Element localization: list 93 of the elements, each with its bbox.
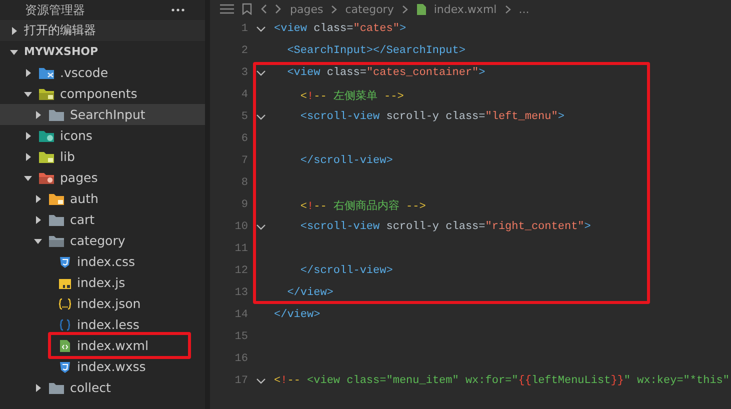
line-number: 14: [234, 309, 248, 321]
chevron-icon: [24, 90, 32, 98]
folder-icon: [38, 150, 55, 164]
code-line: <view class="cates_container">: [286, 67, 486, 79]
chevron-icon: [34, 110, 42, 118]
json-file-icon: [58, 296, 72, 310]
line-number: 6: [240, 133, 248, 145]
line-number: 3: [240, 67, 248, 79]
tree-item[interactable]: index.js: [0, 272, 205, 293]
line-number: 4: [240, 89, 248, 101]
tree-item[interactable]: SearchInput: [0, 104, 205, 125]
tree-item[interactable]: index.wxml: [0, 335, 205, 356]
open-folder-icon: [38, 86, 55, 100]
fold-chevron-icon[interactable]: [256, 224, 266, 230]
fold-chevron-icon[interactable]: [256, 70, 266, 76]
line-number: 17: [234, 375, 248, 387]
line-number: 15: [234, 331, 248, 343]
back-icon[interactable]: [260, 4, 267, 14]
wxml-file-icon: [416, 4, 426, 14]
chevron-icon: [10, 26, 18, 34]
wxml-file-icon: [58, 338, 72, 352]
chevron-icon: [34, 236, 42, 244]
tree-item[interactable]: components: [0, 83, 205, 104]
chevron-icon: [24, 68, 32, 76]
tree-item[interactable]: icons: [0, 125, 205, 146]
code-line: <view class="cates">: [274, 23, 406, 35]
folder-icon: [48, 108, 65, 122]
chevron-icon: [504, 4, 511, 14]
explorer-title: 资源管理器: [25, 2, 85, 18]
breadcrumb-more[interactable]: ...: [518, 2, 530, 16]
more-icon[interactable]: [171, 8, 185, 12]
chevron-icon: [24, 132, 32, 140]
folder-icon: [38, 66, 55, 80]
line-number: 1: [240, 23, 248, 35]
chevron-icon: [34, 194, 42, 202]
code-line: <!-- <view class="menu_item" wx:for="{{leftMenuList}}" wx:key="*this": [274, 375, 730, 387]
line-number: 7: [240, 155, 248, 167]
code-line: <SearchInput></SearchInput>: [286, 45, 466, 57]
folder-icon: [38, 128, 55, 142]
line-number: 10: [234, 221, 248, 233]
tree-item[interactable]: category: [0, 230, 205, 251]
line-number: 2: [240, 45, 248, 57]
line-number: 5: [240, 111, 248, 123]
section-header[interactable]: MYWXSHOP: [0, 41, 205, 62]
tree-item[interactable]: index.wxss: [0, 356, 205, 377]
chevron-icon: [402, 4, 408, 14]
chevron-icon: [331, 4, 338, 14]
code-line: </scroll-view>: [299, 265, 393, 277]
tree-item[interactable]: index.less: [0, 314, 205, 335]
breadcrumb-item[interactable]: pages: [290, 2, 324, 16]
menu-icon[interactable]: [220, 4, 234, 14]
code-line: <!-- 右侧商品内容 -->: [299, 198, 426, 212]
folder-icon: [48, 192, 65, 206]
line-number: 11: [234, 243, 248, 255]
chevron-icon: [24, 174, 32, 182]
chevron-icon: [34, 384, 42, 392]
chevron-icon: [24, 152, 32, 160]
css-file-icon: [58, 360, 72, 374]
breadcrumb-item[interactable]: category: [345, 2, 394, 16]
open-folder-icon: [38, 170, 55, 184]
code-line: <scroll-view scroll-y class="right_content">: [299, 221, 591, 233]
breadcrumb-item[interactable]: index.wxml: [434, 2, 497, 16]
less-file-icon: [58, 318, 72, 332]
tree-item[interactable]: .vscode: [0, 62, 205, 83]
code-line: <scroll-view scroll-y class="left_menu">: [299, 111, 564, 123]
fold-chevron-icon[interactable]: [256, 26, 266, 32]
css-file-icon: [58, 254, 72, 268]
chevron-icon: [10, 48, 18, 56]
tree-item[interactable]: cart: [0, 209, 205, 230]
folder-icon: [48, 380, 65, 394]
line-number: 9: [240, 199, 248, 211]
fold-chevron-icon[interactable]: [256, 378, 266, 384]
tree-item[interactable]: collect: [0, 377, 205, 398]
forward-icon[interactable]: [275, 4, 282, 14]
line-number: 13: [234, 287, 248, 299]
chevron-icon: [34, 216, 42, 224]
tree-item[interactable]: pages: [0, 167, 205, 188]
open-folder-icon: [48, 234, 65, 248]
code-line: </view>: [274, 309, 320, 321]
folder-icon: [48, 212, 65, 226]
line-number: 12: [234, 265, 248, 277]
tree-item[interactable]: lib: [0, 146, 205, 167]
code-line: <!-- 左侧菜单 -->: [299, 89, 404, 102]
bookmark-icon[interactable]: [242, 3, 252, 15]
tree-item[interactable]: auth: [0, 188, 205, 209]
code-line: </scroll-view>: [299, 155, 393, 167]
tree-item[interactable]: index.css: [0, 251, 205, 272]
section-header[interactable]: 打开的编辑器: [0, 20, 205, 41]
tree-item[interactable]: index.json: [0, 293, 205, 314]
line-number: 16: [234, 353, 248, 365]
fold-chevron-icon[interactable]: [256, 114, 266, 120]
code-line: </view>: [286, 287, 334, 299]
line-number: 8: [240, 177, 248, 189]
